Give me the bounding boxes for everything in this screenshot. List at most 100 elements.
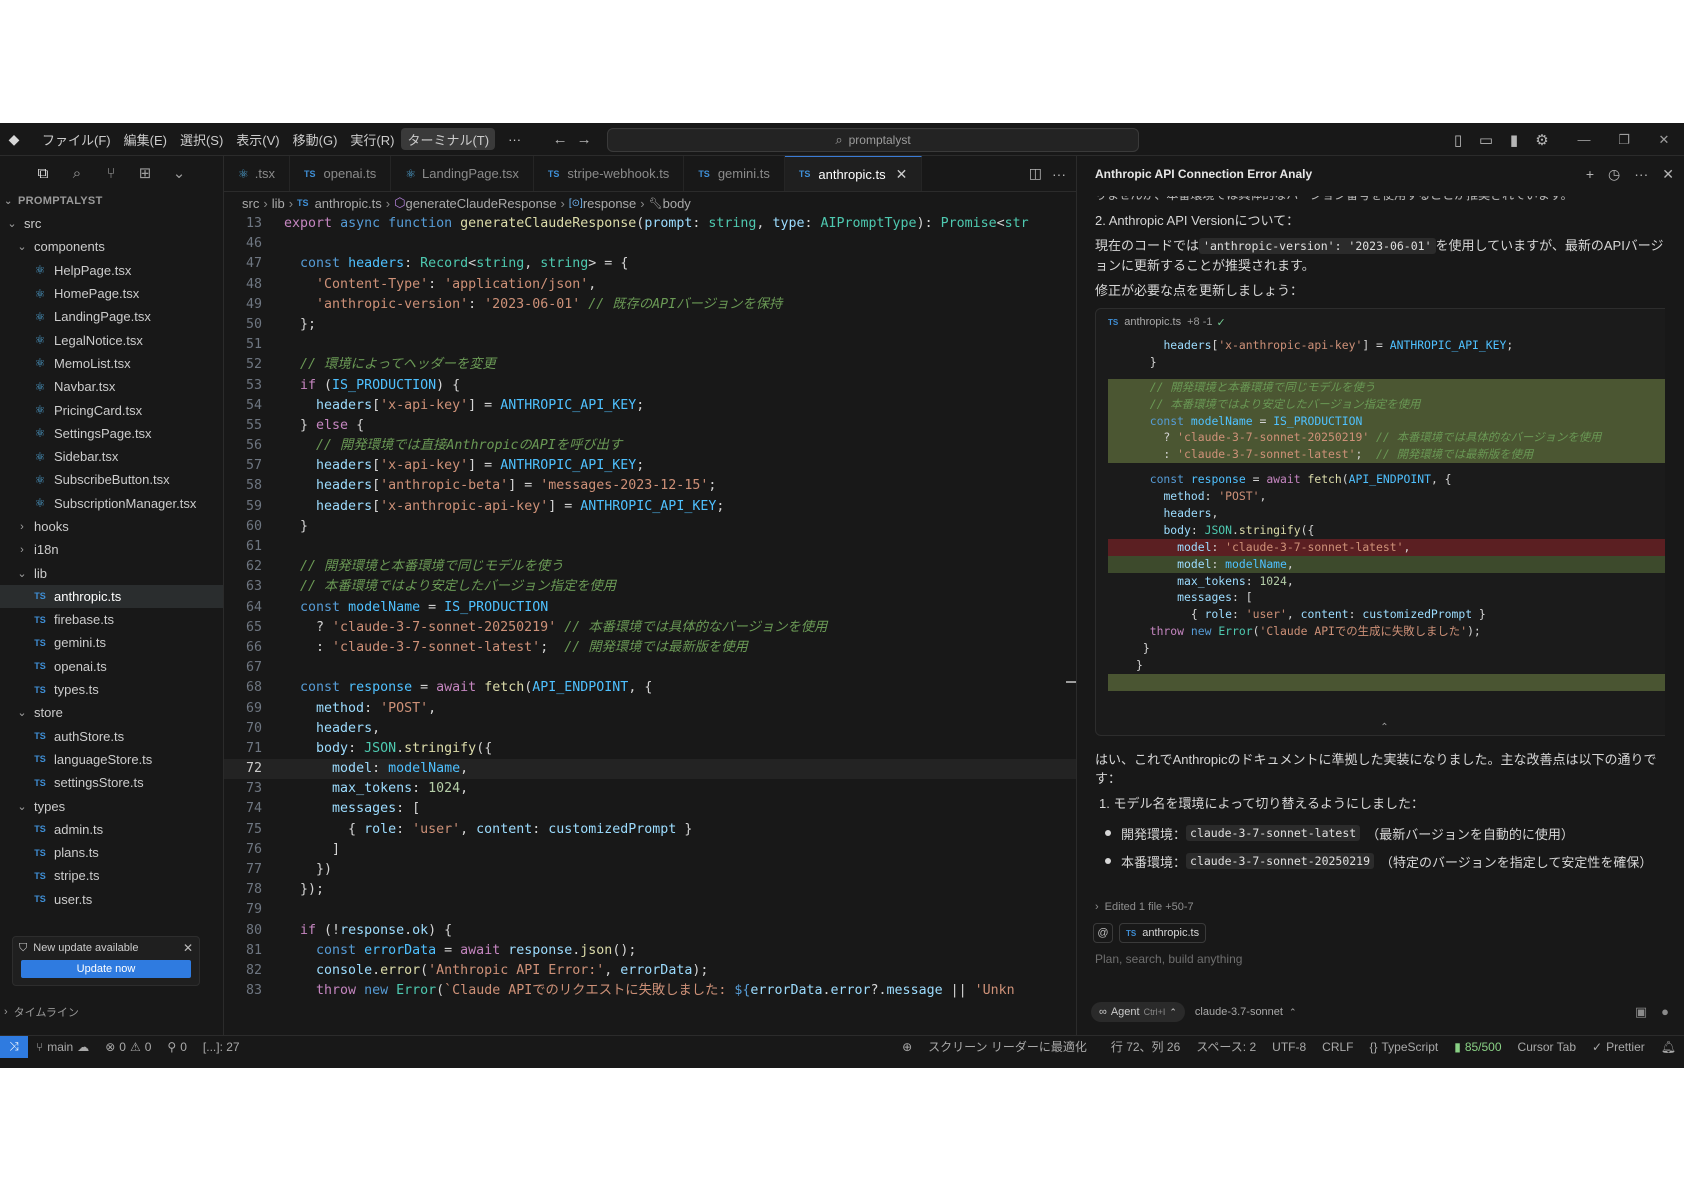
tree-file[interactable]: ⚛ HelpPage.tsx — [0, 259, 223, 282]
close-icon[interactable]: ✕ — [896, 166, 908, 183]
tree-file[interactable]: TS firebase.ts — [0, 608, 223, 631]
diff-header[interactable]: TS anthropic.ts +8 -1 ✓ — [1096, 309, 1665, 335]
menu-item[interactable]: 選択(S) — [174, 128, 229, 150]
tree-file[interactable]: ⚛ SubscriptionManager.tsx — [0, 492, 223, 515]
toggle-secondary-sidebar-icon[interactable]: ▮ — [1502, 128, 1526, 152]
menu-item[interactable]: 編集(E) — [118, 128, 173, 150]
close-window-button[interactable]: ✕ — [1644, 123, 1684, 156]
tree-folder[interactable]: ⌄ src — [0, 212, 223, 235]
context-file-chip[interactable]: TS anthropic.ts — [1119, 923, 1207, 943]
source-control-icon[interactable]: ⑂ — [98, 160, 124, 186]
line-ending[interactable]: CRLF — [1314, 1040, 1361, 1054]
explorer-files-icon[interactable]: ⧉ — [30, 160, 56, 186]
restore-button[interactable]: ❐ — [1604, 123, 1644, 156]
screen-reader-mode[interactable]: スクリーン リーダーに最適化 — [920, 1038, 1095, 1055]
more-menu-button[interactable]: ··· — [502, 128, 527, 150]
editor-tab[interactable]: TS stripe-webhook.ts — [534, 156, 685, 191]
back-arrow-icon[interactable]: ← — [548, 127, 572, 151]
editor-tab[interactable]: TS openai.ts — [290, 156, 392, 191]
tree-folder[interactable]: › i18n — [0, 538, 223, 561]
toggle-panel-icon[interactable]: ▭ — [1474, 128, 1498, 152]
new-chat-icon[interactable]: + — [1586, 166, 1594, 183]
send-icon[interactable]: ● — [1661, 1004, 1669, 1020]
edited-files-summary[interactable]: › Edited 1 file +50-7 — [1095, 896, 1194, 918]
timeline-section-header[interactable]: › タイムライン — [0, 1002, 79, 1022]
collapse-chevron-icon[interactable]: ⌃ — [1096, 722, 1665, 733]
tree-file[interactable]: TS openai.ts — [0, 655, 223, 678]
tree-folder[interactable]: ⌄ types — [0, 794, 223, 817]
forward-arrow-icon[interactable]: → — [572, 127, 596, 151]
menu-item[interactable]: 表示(V) — [230, 128, 285, 150]
notifications-bell-icon[interactable]: 🔔︎ — [1653, 1040, 1684, 1054]
prettier-indicator[interactable]: ✓ Prettier — [1584, 1040, 1653, 1054]
tree-file[interactable]: ⚛ HomePage.tsx — [0, 282, 223, 305]
extensions-icon[interactable]: ⊞ — [132, 160, 158, 186]
tree-file[interactable]: ⚛ Sidebar.tsx — [0, 445, 223, 468]
cursor-tab-indicator[interactable]: Cursor Tab — [1510, 1040, 1584, 1054]
tree-file[interactable]: TS authStore.ts — [0, 725, 223, 748]
close-icon[interactable]: ✕ — [1662, 166, 1674, 183]
editor-tab[interactable]: TS anthropic.ts ✕ — [784, 156, 923, 191]
tree-file[interactable]: ⚛ LegalNotice.tsx — [0, 328, 223, 351]
zoom-icon[interactable]: ⊕ — [894, 1040, 920, 1054]
minimize-button[interactable]: — — [1564, 123, 1604, 156]
tree-file[interactable]: TS stripe.ts — [0, 864, 223, 887]
breadcrumb-item[interactable]: src — [242, 196, 259, 211]
chevron-down-icon[interactable]: ⌄ — [166, 160, 192, 186]
tree-file[interactable]: TS plans.ts — [0, 841, 223, 864]
menu-item[interactable]: ファイル(F) — [36, 128, 117, 150]
selection-indicator[interactable]: [...]: 27 — [195, 1040, 248, 1054]
breadcrumb-item[interactable]: anthropic.ts — [315, 196, 382, 211]
tree-file[interactable]: TS user.ts — [0, 888, 223, 911]
cursor-position[interactable]: 行 72、列 26 — [1103, 1038, 1188, 1055]
editor-tab[interactable]: TS gemini.ts — [684, 156, 785, 191]
tree-file[interactable]: ⚛ SubscribeButton.tsx — [0, 468, 223, 491]
remote-indicator-icon[interactable]: ⤨ — [0, 1035, 28, 1058]
more-actions-icon[interactable]: ··· — [1634, 166, 1648, 183]
split-editor-icon[interactable]: ◫ — [1029, 165, 1042, 182]
model-selector[interactable]: claude-3.7-sonnet ⌃ — [1195, 1006, 1297, 1018]
tree-file[interactable]: TS settingsStore.ts — [0, 771, 223, 794]
ports-indicator[interactable]: ⚲ 0 — [159, 1040, 194, 1054]
toggle-primary-sidebar-icon[interactable]: ▯ — [1446, 128, 1470, 152]
more-actions-icon[interactable]: ··· — [1052, 166, 1066, 182]
tree-file[interactable]: TS types.ts — [0, 678, 223, 701]
close-icon[interactable]: ✕ — [183, 941, 193, 955]
settings-gear-icon[interactable]: ⚙ — [1530, 128, 1554, 152]
chat-input[interactable]: Plan, search, build anything — [1087, 946, 1675, 972]
tree-file[interactable]: ⚛ Navbar.tsx — [0, 375, 223, 398]
menu-item[interactable]: ターミナル(T) — [401, 128, 496, 150]
breadcrumb-item[interactable]: body — [663, 196, 691, 211]
menu-item[interactable]: 実行(R) — [344, 128, 400, 150]
tree-file[interactable]: ⚛ PricingCard.tsx — [0, 398, 223, 421]
image-attach-icon[interactable]: ▣ — [1635, 1004, 1647, 1020]
language-mode[interactable]: {} TypeScript — [1362, 1040, 1447, 1054]
problems-indicator[interactable]: ⊗ 0 ⚠ 0 — [97, 1040, 159, 1054]
tree-folder[interactable]: › hooks — [0, 515, 223, 538]
encoding[interactable]: UTF-8 — [1264, 1040, 1314, 1054]
tree-folder[interactable]: ⌄ lib — [0, 561, 223, 584]
tree-file[interactable]: ⚛ LandingPage.tsx — [0, 305, 223, 328]
code-editor[interactable]: 13 export async function generateClaudeRe… — [224, 214, 1076, 1004]
tree-file[interactable]: ⚛ SettingsPage.tsx — [0, 422, 223, 445]
usage-indicator[interactable]: ▮ 85/500 — [1446, 1040, 1509, 1054]
editor-tab[interactable]: ⚛ .tsx — [224, 156, 290, 191]
history-icon[interactable]: ◷ — [1608, 166, 1620, 183]
update-now-button[interactable]: Update now — [21, 960, 191, 978]
breadcrumb-item[interactable]: response — [583, 196, 636, 211]
tree-file[interactable]: TS gemini.ts — [0, 631, 223, 654]
command-center-search[interactable]: ⌕ promptalyst — [607, 128, 1139, 152]
tree-file[interactable]: TS admin.ts — [0, 818, 223, 841]
branch-indicator[interactable]: ⑂ main ☁ — [28, 1040, 97, 1054]
tree-file[interactable]: ⚛ MemoList.tsx — [0, 352, 223, 375]
search-view-icon[interactable]: ⌕ — [64, 160, 90, 186]
tree-folder[interactable]: ⌄ store — [0, 701, 223, 724]
breadcrumb-item[interactable]: generateClaudeResponse — [405, 196, 556, 211]
tree-folder[interactable]: ⌄ components — [0, 235, 223, 258]
tree-file[interactable]: TS anthropic.ts — [0, 584, 223, 609]
editor-tab[interactable]: ⚛ LandingPage.tsx — [391, 156, 534, 191]
explorer-section-header[interactable]: ⌄ PROMPTALYST — [0, 190, 223, 212]
tree-file[interactable]: TS languageStore.ts — [0, 748, 223, 771]
indentation[interactable]: スペース: 2 — [1188, 1038, 1264, 1055]
add-context-button[interactable]: @ — [1093, 923, 1113, 943]
